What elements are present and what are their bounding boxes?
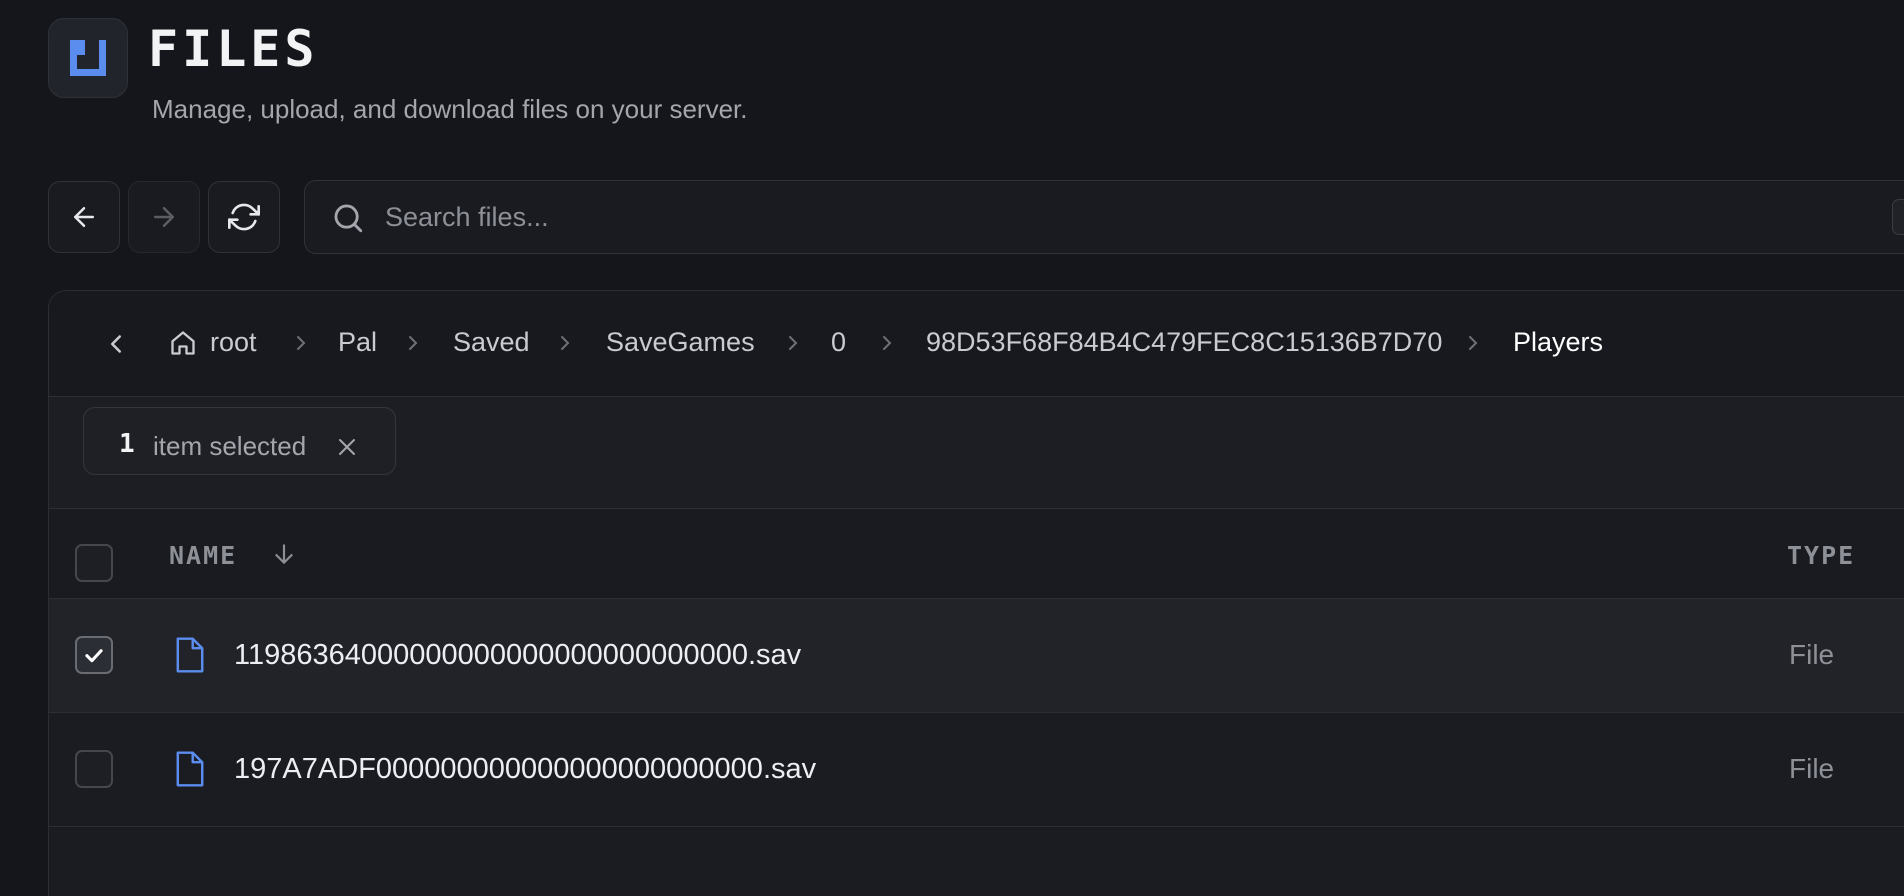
arrow-left-icon <box>74 207 94 227</box>
breadcrumb-item-saved[interactable]: Saved <box>453 327 530 358</box>
checkmark-icon <box>85 649 103 663</box>
forward-button[interactable] <box>128 181 200 253</box>
chevron-left-icon[interactable] <box>101 329 131 359</box>
chevron-right-icon <box>409 336 418 350</box>
page-subtitle: Manage, upload, and download files on yo… <box>152 94 748 124</box>
breadcrumb-item-root[interactable]: root <box>210 327 257 358</box>
clear-selection-icon[interactable] <box>335 435 359 459</box>
file-icon <box>176 751 204 787</box>
breadcrumb-item-pal[interactable]: Pal <box>338 327 377 358</box>
chevron-right-icon <box>297 336 306 350</box>
files-page: FILES Manage, upload, and download files… <box>0 0 1904 896</box>
back-button[interactable] <box>48 181 120 253</box>
search-input[interactable] <box>385 181 1585 253</box>
table-header <box>49 509 1904 599</box>
search-shortcut-key <box>1892 199 1904 235</box>
breadcrumb-item-savegames[interactable]: SaveGames <box>606 327 755 358</box>
row-checkbox[interactable] <box>75 636 113 674</box>
chevron-right-icon <box>789 336 798 350</box>
file-name[interactable]: 197A7ADF000000000000000000000000.sav <box>234 753 816 786</box>
search-icon <box>331 201 365 235</box>
home-icon[interactable] <box>169 329 197 357</box>
refresh-button[interactable] <box>208 181 280 253</box>
folder-icon <box>48 18 128 98</box>
table-row[interactable]: 11986364000000000000000000000000.sav Fil… <box>49 599 1904 713</box>
chevron-right-icon <box>883 336 892 350</box>
arrow-right-icon <box>154 207 174 227</box>
sort-descending-icon[interactable] <box>271 541 297 567</box>
chevron-right-icon <box>561 336 570 350</box>
refresh-icon <box>228 203 260 231</box>
breadcrumb-item-players: Players <box>1513 327 1604 357</box>
breadcrumb-item-world-id[interactable]: 98D53F68F84B4C479FEC8C15136B7D70 <box>926 327 1442 358</box>
file-name[interactable]: 11986364000000000000000000000000.sav <box>234 639 801 672</box>
search-box[interactable] <box>304 180 1904 254</box>
chevron-right-icon <box>1469 336 1478 350</box>
selection-label: item selected <box>153 431 307 461</box>
row-checkbox[interactable] <box>75 750 113 788</box>
page-title: FILES <box>148 20 319 78</box>
column-header-name[interactable]: NAME <box>169 541 237 570</box>
breadcrumb: root Pal Saved SaveGames 0 98D53F68F84B4… <box>49 291 1904 397</box>
table-row[interactable]: 197A7ADF000000000000000000000000.sav Fil… <box>49 713 1904 827</box>
file-icon <box>176 637 204 673</box>
selection-count: 1 <box>119 429 135 459</box>
file-type: File <box>1789 753 1835 784</box>
file-browser-panel: root Pal Saved SaveGames 0 98D53F68F84B4… <box>48 290 1904 896</box>
select-all-checkbox[interactable] <box>75 544 113 582</box>
column-header-type[interactable]: TYPE <box>1787 541 1855 570</box>
file-type: File <box>1789 639 1835 670</box>
breadcrumb-item-0[interactable]: 0 <box>831 327 846 358</box>
